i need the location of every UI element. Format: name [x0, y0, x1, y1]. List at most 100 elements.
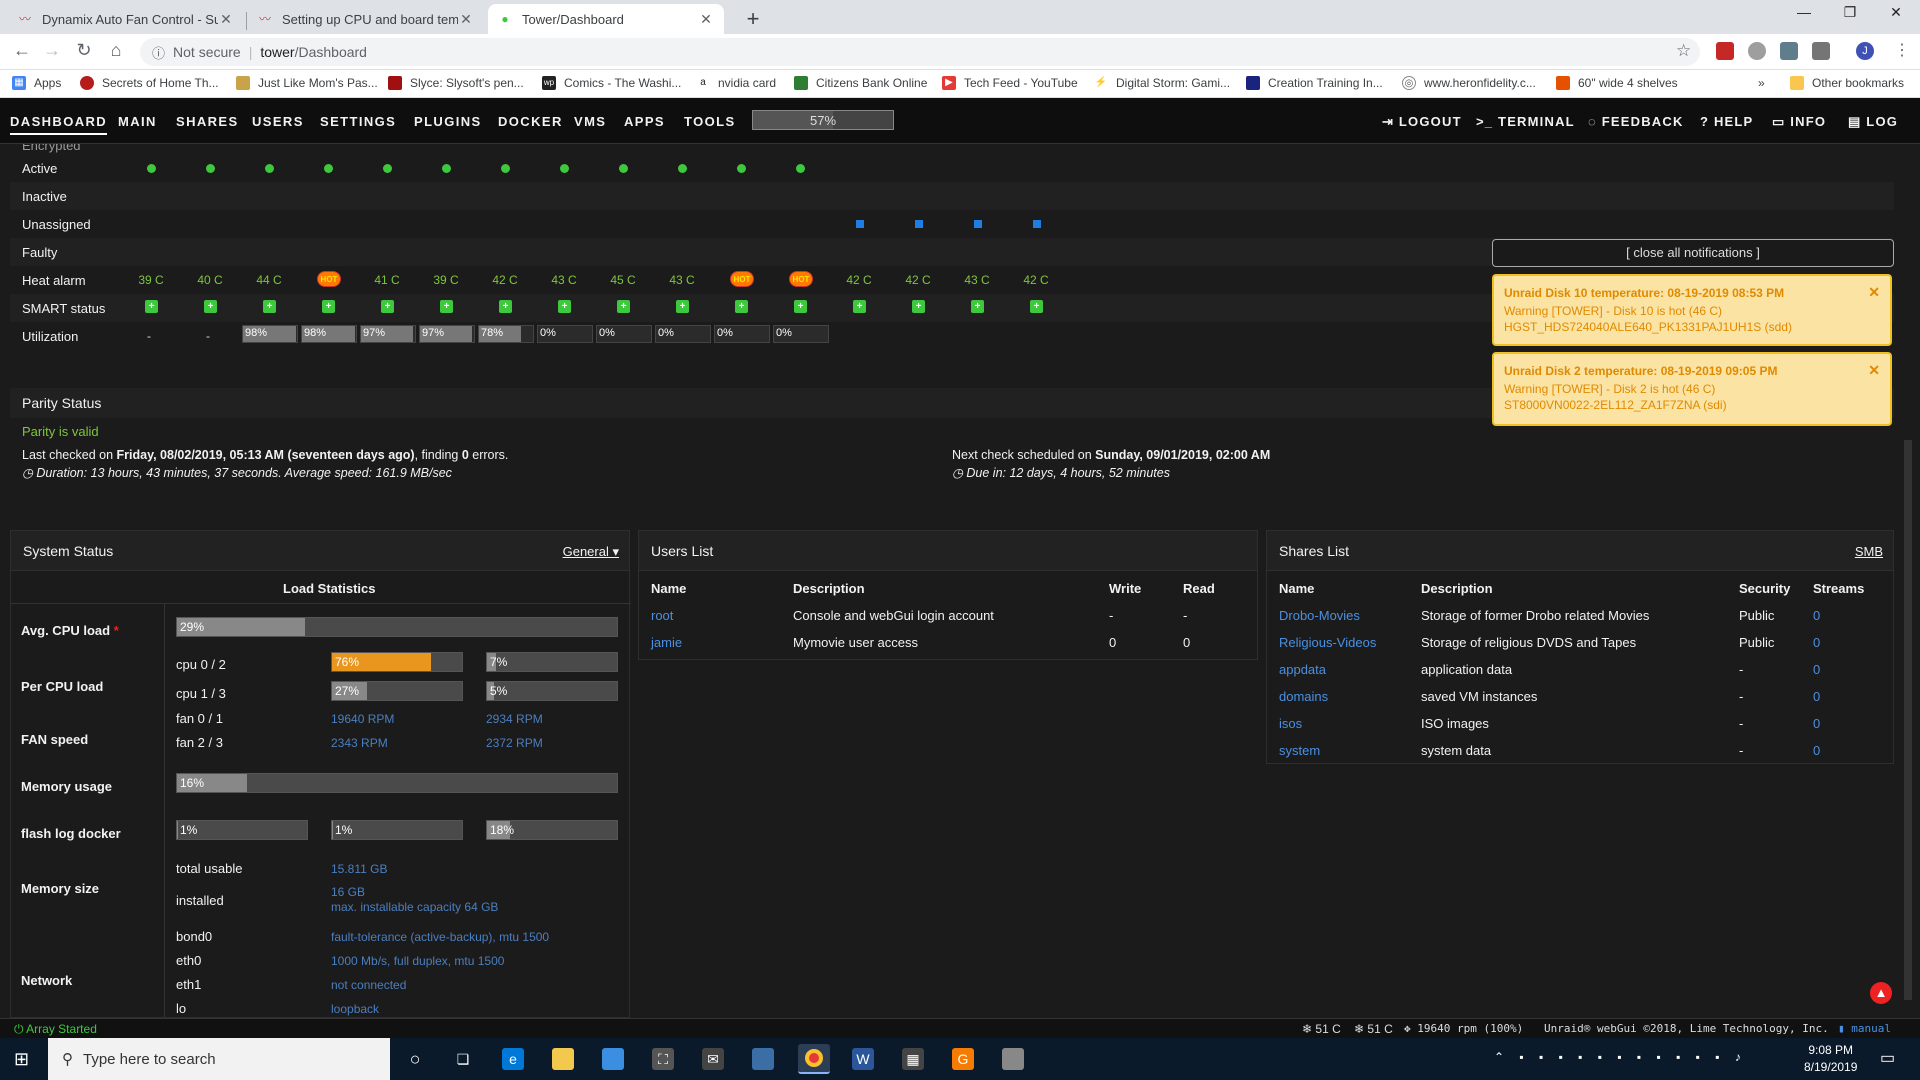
extension-red-icon[interactable] — [1716, 42, 1734, 60]
extension-help-icon[interactable] — [1812, 42, 1830, 60]
app-icon[interactable] — [1002, 1048, 1024, 1070]
feedback-link[interactable]: ◌ FEEDBACK — [1588, 114, 1684, 129]
smart-ok-icon[interactable]: + — [1030, 300, 1043, 313]
bookmark-item[interactable]: ▶ Tech Feed - YouTube — [942, 76, 1078, 90]
share-streams[interactable]: 0 — [1813, 743, 1820, 758]
smart-ok-icon[interactable]: + — [263, 300, 276, 313]
close-window-icon[interactable]: ✕ — [1876, 4, 1916, 21]
bookmark-item[interactable]: a nvidia card — [696, 76, 776, 90]
smart-ok-icon[interactable]: + — [971, 300, 984, 313]
user-jamie-link[interactable]: jamie — [651, 635, 682, 650]
profile-avatar[interactable]: J — [1856, 42, 1874, 60]
notification-center-icon[interactable]: ▭ — [1880, 1048, 1895, 1068]
shares-protocol-toggle[interactable]: SMB — [1855, 544, 1883, 559]
bookmark-item[interactable]: ◎ www.heronfidelity.c... — [1402, 76, 1536, 90]
bookmark-star-icon[interactable]: ☆ — [1676, 41, 1691, 61]
scroll-top-icon[interactable]: ▲ — [1870, 982, 1892, 1004]
manual-link[interactable]: ▮ manual — [1838, 1022, 1891, 1035]
task-view-icon[interactable]: ❏ — [452, 1048, 474, 1070]
smart-ok-icon[interactable]: + — [499, 300, 512, 313]
windows-start-icon[interactable]: ⊞ — [14, 1049, 34, 1069]
share-streams[interactable]: 0 — [1813, 662, 1820, 677]
dismiss-icon[interactable]: ✕ — [1868, 362, 1880, 379]
share-streams[interactable]: 0 — [1813, 689, 1820, 704]
smart-ok-icon[interactable]: + — [558, 300, 571, 313]
other-bookmarks[interactable]: Other bookmarks — [1790, 76, 1904, 90]
restore-icon[interactable]: ❐ — [1830, 4, 1870, 21]
info-link[interactable]: ▭ INFO — [1772, 114, 1826, 130]
browser-tab-1[interactable]: 〰 Dynamix Auto Fan Control - Sudo ✕ — [8, 4, 244, 34]
bookmark-item[interactable]: wp Comics - The Washi... — [542, 76, 681, 90]
nav-vms[interactable]: VMS — [574, 114, 606, 129]
share-name-link[interactable]: Religious-Videos — [1279, 635, 1376, 650]
share-name-link[interactable]: domains — [1279, 689, 1328, 704]
smart-ok-icon[interactable]: + — [912, 300, 925, 313]
reload-icon[interactable]: ↻ — [72, 40, 96, 61]
share-name-link[interactable]: appdata — [1279, 662, 1326, 677]
word-icon[interactable]: W — [852, 1048, 874, 1070]
bookmark-item[interactable]: 60" wide 4 shelves — [1556, 76, 1678, 90]
close-tab-icon[interactable]: ✕ — [218, 11, 234, 28]
minimize-icon[interactable]: — — [1784, 4, 1824, 20]
menu-kebab-icon[interactable]: ⋮ — [1894, 40, 1910, 60]
browser-tab-2[interactable]: 〰 Setting up CPU and board temp ✕ — [248, 4, 484, 34]
nav-settings[interactable]: SETTINGS — [320, 114, 396, 129]
share-name-link[interactable]: Drobo-Movies — [1279, 608, 1360, 623]
edge-icon[interactable]: e — [502, 1048, 524, 1070]
share-name-link[interactable]: system — [1279, 743, 1320, 758]
bookmark-item[interactable]: ⚡ Digital Storm: Gami... — [1094, 76, 1230, 90]
calculator-icon[interactable]: ▦ — [902, 1048, 924, 1070]
bookmarks-overflow-button[interactable]: » — [1758, 76, 1765, 90]
chrome-icon[interactable] — [798, 1044, 830, 1074]
share-streams[interactable]: 0 — [1813, 635, 1820, 650]
help-link[interactable]: ? HELP — [1700, 114, 1753, 129]
browser-tab-3[interactable]: ● Tower/Dashboard ✕ — [488, 4, 724, 34]
nav-tools[interactable]: TOOLS — [684, 114, 736, 129]
back-icon[interactable]: ← — [10, 40, 34, 61]
url-input[interactable]: ⓘ Not secure | tower/Dashboard — [140, 38, 1700, 66]
system-tray-icons[interactable]: ⌃ ▪ ▪ ▪ ▪ ▪ ▪ ▪ ▪ ▪ ▪ ▪ ♪ — [1494, 1050, 1747, 1064]
nav-users[interactable]: USERS — [252, 114, 304, 129]
close-all-notifications-button[interactable]: [ close all notifications ] — [1492, 239, 1894, 267]
log-link[interactable]: ▤ LOG — [1848, 114, 1898, 130]
store-icon[interactable]: ⛶ — [652, 1048, 674, 1070]
nav-main[interactable]: MAIN — [118, 114, 157, 129]
home-icon[interactable]: ⌂ — [104, 40, 128, 61]
smart-ok-icon[interactable]: + — [204, 300, 217, 313]
dismiss-icon[interactable]: ✕ — [1868, 284, 1880, 301]
page-scrollbar[interactable] — [1904, 440, 1912, 1000]
smart-ok-icon[interactable]: + — [794, 300, 807, 313]
extension-cloud-icon[interactable] — [1748, 42, 1766, 60]
close-tab-icon[interactable]: ✕ — [458, 11, 474, 28]
system-mode-dropdown[interactable]: General ▾ — [563, 544, 619, 560]
taskbar-search-input[interactable]: ⚲ Type here to search — [48, 1038, 390, 1080]
share-name-link[interactable]: isos — [1279, 716, 1302, 731]
nav-docker[interactable]: DOCKER — [498, 114, 563, 129]
nav-plugins[interactable]: PLUGINS — [414, 114, 482, 129]
bookmark-item[interactable]: Slyce: Slysoft's pen... — [388, 76, 524, 90]
logout-link[interactable]: ⇥ LOGOUT — [1382, 114, 1462, 130]
taskbar-clock[interactable]: 9:08 PM 8/19/2019 — [1804, 1042, 1857, 1076]
bookmark-item[interactable]: Citizens Bank Online — [794, 76, 927, 90]
close-tab-icon[interactable]: ✕ — [698, 11, 714, 28]
nav-dashboard[interactable]: DASHBOARD — [10, 114, 108, 135]
bookmark-item[interactable]: Creation Training In... — [1246, 76, 1383, 90]
cortana-icon[interactable]: ○ — [404, 1048, 426, 1070]
nav-apps[interactable]: APPS — [624, 114, 665, 129]
nav-shares[interactable]: SHARES — [176, 114, 239, 129]
new-tab-button[interactable]: + — [740, 6, 766, 32]
extension-badge-icon[interactable] — [1780, 42, 1798, 60]
mail-icon[interactable]: ✉ — [702, 1048, 724, 1070]
bookmark-item[interactable]: Just Like Mom's Pas... — [236, 76, 378, 90]
app-icon[interactable]: G — [952, 1048, 974, 1070]
terminal-link[interactable]: >_ TERMINAL — [1476, 114, 1575, 129]
bookmark-apps[interactable]: ▦ Apps — [12, 76, 61, 90]
smart-ok-icon[interactable]: + — [617, 300, 630, 313]
smart-ok-icon[interactable]: + — [322, 300, 335, 313]
file-explorer-icon[interactable] — [552, 1048, 574, 1070]
app-icon[interactable] — [602, 1048, 624, 1070]
user-root-link[interactable]: root — [651, 608, 673, 623]
share-streams[interactable]: 0 — [1813, 716, 1820, 731]
smart-ok-icon[interactable]: + — [676, 300, 689, 313]
smart-ok-icon[interactable]: + — [853, 300, 866, 313]
